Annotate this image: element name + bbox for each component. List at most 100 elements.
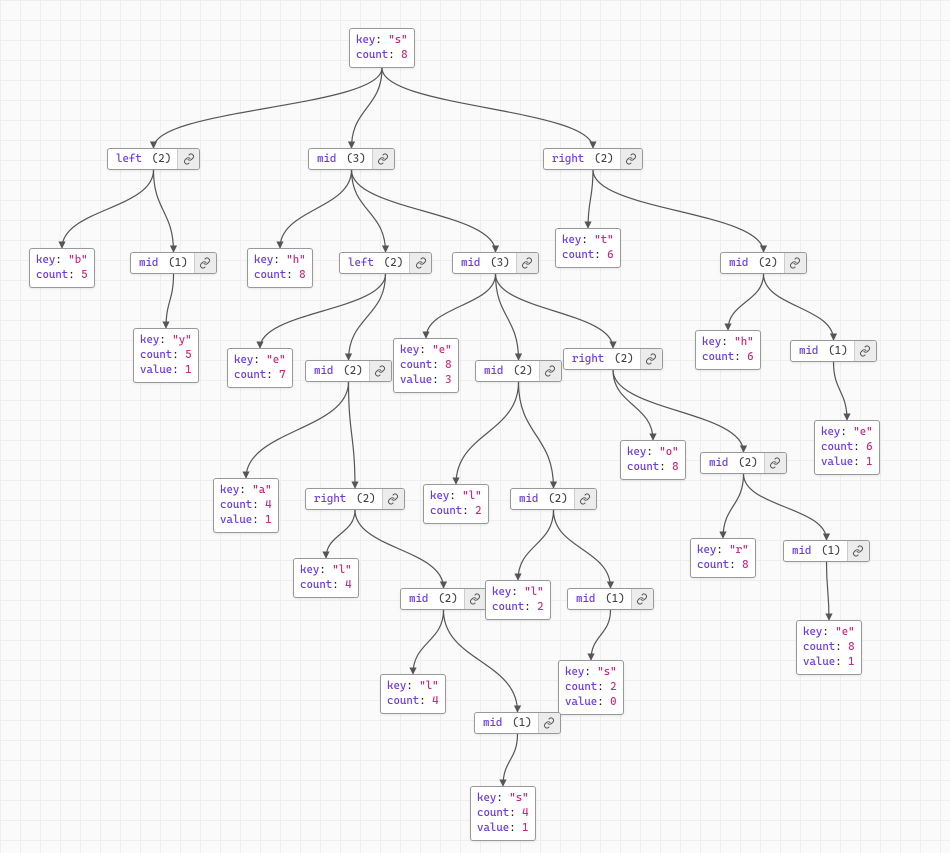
edge <box>246 382 349 478</box>
ref-label: mid <box>475 713 510 733</box>
data-node: key: "h"count: 6 <box>695 330 761 370</box>
ref-count: (2) <box>756 253 783 273</box>
data-node: key: "y"count: 5value: 1 <box>133 328 199 383</box>
tree-canvas: { "nodes": { "root": { "x": 349, "y": 28… <box>0 0 950 853</box>
ref-label: mid <box>401 589 436 609</box>
edge <box>519 382 554 488</box>
edge <box>352 170 496 252</box>
link-icon[interactable] <box>784 253 806 273</box>
link-icon[interactable] <box>464 589 486 609</box>
data-node: key: "e"count: 8value: 1 <box>796 620 862 675</box>
link-icon[interactable] <box>369 361 391 381</box>
edge <box>723 474 744 538</box>
edge <box>744 474 827 540</box>
data-node: key: "h"count: 8 <box>247 248 313 288</box>
ref-count: (2) <box>546 489 573 509</box>
ref-label: left <box>340 253 382 273</box>
ref-label: mid <box>309 149 344 169</box>
edge <box>154 170 174 252</box>
ref-count: (2) <box>592 149 619 169</box>
ref-count: (1) <box>166 253 193 273</box>
ref-count: (2) <box>354 489 381 509</box>
ref-node-mid[interactable]: mid(2) <box>700 452 787 474</box>
ref-label: mid <box>453 253 488 273</box>
ref-count: (2) <box>612 349 639 369</box>
ref-label: mid <box>131 253 166 273</box>
ref-label: right <box>564 349 612 369</box>
ref-node-mid[interactable]: mid(2) <box>475 360 562 382</box>
data-node: key: "a"count: 4value: 1 <box>213 478 279 533</box>
data-node: key: "o"count: 8 <box>620 440 686 480</box>
ref-node-left[interactable]: left(2) <box>107 148 200 170</box>
link-icon[interactable] <box>516 253 538 273</box>
ref-label: mid <box>791 341 826 361</box>
edge <box>352 170 386 252</box>
ref-label: left <box>108 149 150 169</box>
ref-node-mid[interactable]: mid(3) <box>452 252 539 274</box>
link-icon[interactable] <box>847 541 869 561</box>
link-icon[interactable] <box>640 349 662 369</box>
ref-node-mid[interactable]: mid(2) <box>400 588 487 610</box>
ref-node-left[interactable]: left(2) <box>339 252 432 274</box>
ref-label: mid <box>568 589 603 609</box>
ref-node-right[interactable]: right(2) <box>563 348 663 370</box>
ref-count: (1) <box>510 713 537 733</box>
ref-label: mid <box>784 541 819 561</box>
ref-node-mid[interactable]: mid(1) <box>567 588 654 610</box>
ref-node-right[interactable]: right(2) <box>543 148 643 170</box>
link-icon[interactable] <box>538 713 560 733</box>
ref-count: (1) <box>826 341 853 361</box>
data-node: key: "l"count: 4 <box>380 674 446 714</box>
data-node: key: "l"count: 2 <box>485 580 551 620</box>
data-node: key: "s"count: 4value: 1 <box>470 786 536 841</box>
edge <box>444 610 518 712</box>
ref-count: (1) <box>603 589 630 609</box>
link-icon[interactable] <box>177 149 199 169</box>
edge <box>352 68 383 148</box>
edge <box>834 362 848 420</box>
ref-count: (2) <box>382 253 409 273</box>
link-icon[interactable] <box>372 149 394 169</box>
ref-label: mid <box>701 453 736 473</box>
ref-node-mid[interactable]: mid(1) <box>130 252 217 274</box>
ref-label: mid <box>511 489 546 509</box>
link-icon[interactable] <box>382 489 404 509</box>
data-node: key: "e"count: 8value: 3 <box>393 338 459 393</box>
ref-count: (3) <box>344 149 371 169</box>
link-icon[interactable] <box>574 489 596 509</box>
link-icon[interactable] <box>631 589 653 609</box>
ref-label: mid <box>721 253 756 273</box>
link-icon[interactable] <box>854 341 876 361</box>
edge <box>613 370 653 440</box>
ref-node-mid[interactable]: mid(1) <box>790 340 877 362</box>
ref-count: (1) <box>819 541 846 561</box>
edge <box>154 68 383 148</box>
link-icon[interactable] <box>620 149 642 169</box>
ref-node-mid[interactable]: mid(1) <box>783 540 870 562</box>
link-icon[interactable] <box>539 361 561 381</box>
ref-count: (2) <box>511 361 538 381</box>
ref-node-right[interactable]: right(2) <box>305 488 405 510</box>
edge <box>413 610 444 674</box>
edge <box>349 382 356 488</box>
ref-label: right <box>306 489 354 509</box>
ref-node-mid[interactable]: mid(1) <box>474 712 561 734</box>
edge <box>588 170 593 228</box>
ref-label: mid <box>476 361 511 381</box>
ref-node-mid[interactable]: mid(2) <box>720 252 807 274</box>
ref-node-mid[interactable]: mid(3) <box>308 148 395 170</box>
link-icon[interactable] <box>409 253 431 273</box>
ref-node-mid[interactable]: mid(2) <box>510 488 597 510</box>
edge <box>728 274 764 330</box>
ref-count: (2) <box>150 149 177 169</box>
ref-label: right <box>544 149 592 169</box>
edge <box>764 274 834 340</box>
ref-count: (2) <box>736 453 763 473</box>
ref-node-mid[interactable]: mid(2) <box>305 360 392 382</box>
link-icon[interactable] <box>194 253 216 273</box>
link-icon[interactable] <box>764 453 786 473</box>
edge <box>503 734 518 786</box>
data-node: key: "b"count: 5 <box>29 248 95 288</box>
ref-count: (3) <box>488 253 515 273</box>
edge <box>496 274 519 360</box>
